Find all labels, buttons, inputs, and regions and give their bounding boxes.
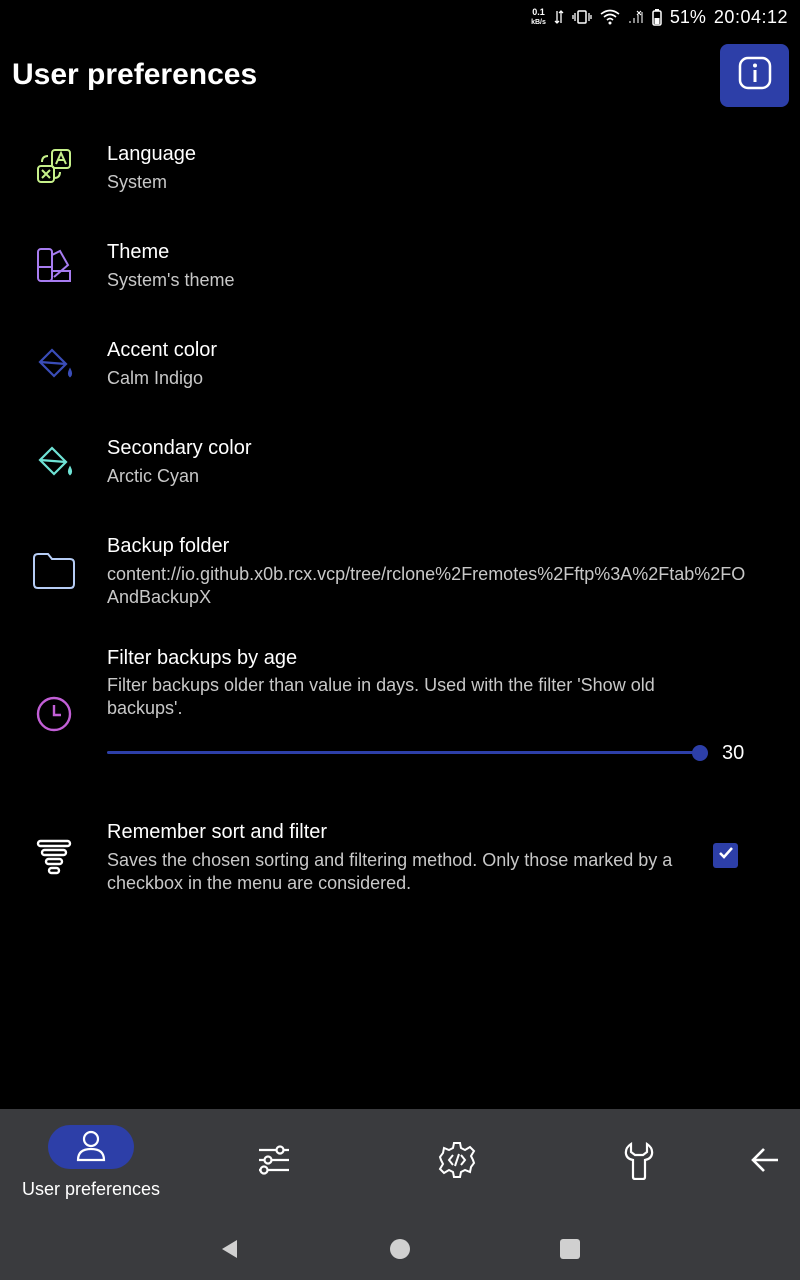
status-bar: 0.1 kB/s 51% 20:04:12 [0, 0, 800, 34]
triangle-back-icon [219, 1238, 241, 1265]
pref-remember-summary: Saves the chosen sorting and filtering m… [107, 850, 673, 893]
pref-secondary-color[interactable]: Secondary color Arctic Cyan [0, 424, 800, 500]
age-slider-track[interactable] [107, 751, 700, 754]
person-icon [74, 1128, 108, 1167]
net-speed: 0.1 kB/s [531, 6, 546, 27]
paint-bucket-icon [32, 440, 76, 484]
nav-tools[interactable] [609, 1109, 669, 1222]
wifi-icon [600, 9, 620, 25]
battery-percent: 51% [669, 6, 706, 27]
nav-back[interactable] [735, 1109, 795, 1222]
paint-bucket-icon [32, 342, 76, 386]
pref-accent-title: Accent color [107, 339, 218, 361]
pref-backup-summary: content://io.github.x0b.rcx.vcp/tree/rcl… [107, 564, 746, 607]
pref-filter-age: Filter backups by age Filter backups old… [0, 634, 800, 784]
bottom-navigation: User preferences [0, 1109, 800, 1222]
info-icon [738, 56, 772, 95]
battery-icon [652, 8, 662, 26]
wrench-icon [621, 1140, 657, 1185]
screen: 0.1 kB/s 51% 20:04:12 User preferences L… [0, 0, 800, 1280]
square-recents-icon [559, 1238, 581, 1265]
nav-service-prefs[interactable] [244, 1109, 304, 1222]
remember-sort-checkbox[interactable] [713, 843, 738, 868]
nav-user-preferences[interactable]: User preferences [0, 1109, 182, 1222]
system-recents-button[interactable] [555, 1236, 585, 1266]
pref-remember-sort[interactable]: Remember sort and filter Saves the chose… [0, 808, 800, 908]
language-icon [32, 146, 76, 190]
pref-language-summary: System [107, 172, 168, 192]
checkmark-icon [717, 844, 735, 867]
nav-advanced-prefs[interactable] [427, 1109, 487, 1222]
info-button[interactable] [720, 44, 789, 107]
net-speed-unit: kB/s [531, 18, 546, 26]
page-title: User preferences [12, 58, 258, 91]
data-arrows-icon [554, 9, 564, 25]
pref-theme-title: Theme [107, 241, 170, 263]
pref-backup-title: Backup folder [107, 535, 230, 557]
system-back-button[interactable] [215, 1236, 245, 1266]
filter-icon [32, 834, 76, 878]
gear-code-icon [437, 1140, 477, 1185]
sliders-icon [256, 1142, 292, 1183]
pref-secondary-title: Secondary color [107, 437, 252, 459]
pref-language-title: Language [107, 143, 196, 165]
clock-icon [32, 692, 76, 736]
nav-active-pill [48, 1125, 134, 1169]
pref-accent-color[interactable]: Accent color Calm Indigo [0, 326, 800, 402]
system-home-button[interactable] [385, 1236, 415, 1266]
pref-secondary-summary: Arctic Cyan [107, 466, 200, 486]
pref-theme-summary: System's theme [107, 270, 235, 290]
vibrate-icon [572, 9, 592, 25]
clock: 20:04:12 [713, 6, 788, 27]
pref-filter-age-title: Filter backups by age [107, 647, 298, 669]
nav-user-preferences-label: User preferences [21, 1179, 161, 1199]
theme-icon [32, 243, 76, 287]
pref-language[interactable]: Language System [0, 130, 800, 206]
pref-theme[interactable]: Theme System's theme [0, 228, 800, 304]
net-speed-value: 0.1 [532, 6, 545, 17]
arrow-back-icon [748, 1143, 782, 1182]
pref-filter-age-summary: Filter backups older than value in days.… [107, 675, 655, 718]
circle-home-icon [389, 1238, 411, 1265]
system-navigation-bar [0, 1222, 800, 1280]
age-slider-thumb[interactable] [692, 745, 708, 761]
signal-icon [628, 9, 644, 25]
pref-remember-title: Remember sort and filter [107, 821, 328, 843]
folder-icon [32, 548, 76, 592]
pref-accent-summary: Calm Indigo [107, 368, 204, 388]
pref-backup-folder[interactable]: Backup folder content://io.github.x0b.rc… [0, 522, 800, 622]
age-slider-value: 30 [722, 742, 745, 764]
